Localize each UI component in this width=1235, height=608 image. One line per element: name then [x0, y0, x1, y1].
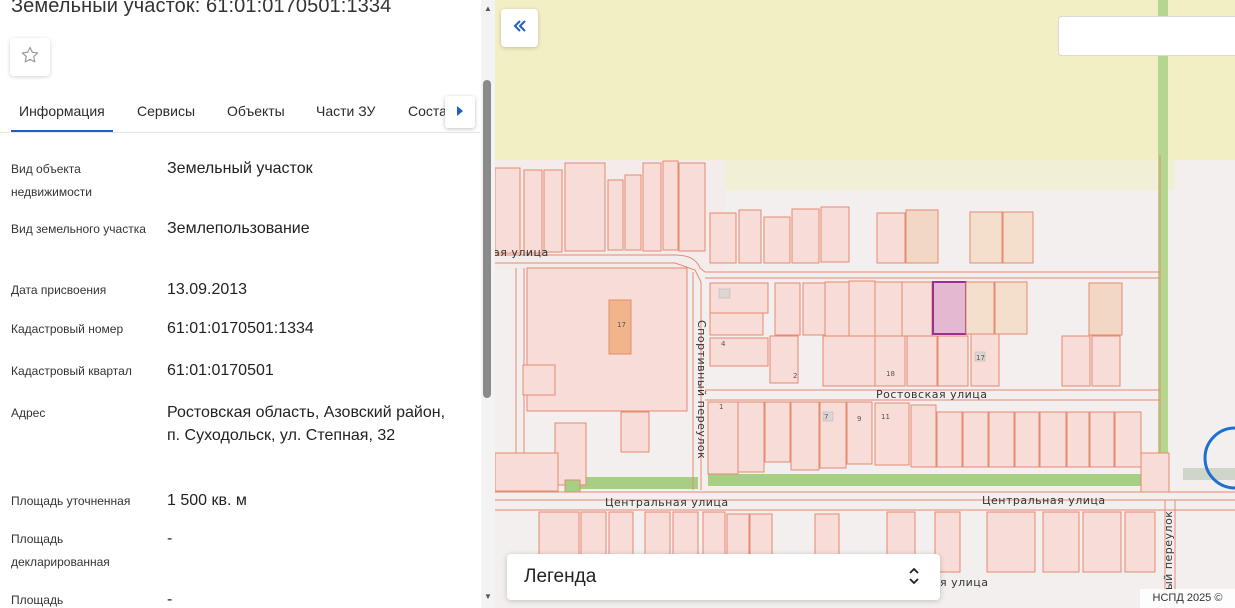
favorite-button[interactable]	[10, 38, 50, 76]
lot-number: 11	[881, 413, 890, 421]
lot-number: 2	[793, 372, 797, 380]
legend-label: Легенда	[524, 566, 597, 587]
lot-number: 1	[719, 403, 723, 411]
cadastral-quarter-label: Кадастровый квартал	[11, 364, 132, 378]
lot-number: 7	[824, 413, 828, 421]
area-declared-label: Площадь декларированная	[11, 532, 110, 569]
legend-toggle[interactable]: Легенда	[507, 554, 940, 600]
tab-services[interactable]: Сервисы	[137, 92, 195, 130]
double-chevron-left-icon	[513, 19, 527, 38]
selected-parcel	[932, 281, 967, 335]
field-area-lower	[725, 160, 1175, 190]
land-type-value: Землепользование	[167, 220, 310, 237]
object-type-value: Земельный участок	[167, 160, 313, 177]
lot-number: 17	[617, 321, 626, 329]
panel-scrollbar-thumb[interactable]	[483, 80, 491, 398]
star-outline-icon	[20, 45, 40, 70]
cadastral-map[interactable]: ая улица Спортивный переулок Ростовская …	[495, 0, 1235, 608]
lot-number: 18	[886, 370, 895, 378]
street-label-right-lane: ый переулок	[1162, 511, 1175, 590]
area-refined-label: Площадь уточненная	[11, 494, 131, 508]
street-label-top-left: ая улица	[495, 246, 549, 259]
green-strip-left	[568, 477, 698, 489]
green-strip-center	[708, 474, 1148, 486]
street-label-bottom: я улица	[940, 576, 989, 589]
cadastral-quarter-value: 61:01:0170501	[167, 362, 274, 379]
cadastral-number-label: Кадастровый номер	[11, 322, 124, 336]
tab-information[interactable]: Информация	[11, 92, 113, 132]
map-copyright: НСПД 2025 ©	[1140, 589, 1235, 608]
info-panel: Земельный участок: 61:01:0170501:1334 Ин…	[0, 0, 495, 608]
map-canvas[interactable]: ая улица Спортивный переулок Ростовская …	[495, 0, 1235, 608]
map-search-input[interactable]	[1058, 16, 1235, 56]
area-declared-value: -	[167, 530, 173, 547]
lot-number: 17	[976, 354, 985, 362]
assignment-date-label: Дата присвоения	[11, 283, 107, 297]
scroll-up-arrow-icon[interactable]: ▲	[484, 4, 492, 13]
street-label-rostov: Ростовская улица	[876, 388, 988, 401]
street-label-central-left: Центральная улица	[605, 496, 729, 509]
area-value: -	[167, 591, 173, 608]
caret-right-icon	[456, 103, 464, 121]
page-title: Земельный участок: 61:01:0170501:1334	[11, 0, 392, 17]
address-value: Ростовская область, Азовский район, п. С…	[167, 404, 446, 444]
lot-number: 9	[857, 415, 861, 423]
address-label: Адрес	[11, 406, 46, 420]
object-type-label: Вид объекта недвижимости	[11, 162, 92, 199]
cadastral-number-value: 61:01:0170501:1334	[167, 320, 314, 337]
street-label-central-right: Центральная улица	[982, 494, 1106, 507]
collapse-panel-button[interactable]	[501, 9, 538, 47]
lot-number: 4	[721, 340, 726, 348]
tab-objects[interactable]: Объекты	[227, 92, 285, 130]
tab-parcel-parts[interactable]: Части ЗУ	[316, 92, 375, 130]
assignment-date-value: 13.09.2013	[167, 281, 248, 298]
street-label-sport-lane: Спортивный переулок	[695, 320, 708, 459]
scroll-down-arrow-icon[interactable]: ▼	[484, 592, 492, 601]
tab-bar: Информация Сервисы Объекты Части ЗУ Сост…	[0, 92, 480, 133]
tabs-scroll-right-button[interactable]	[445, 96, 475, 128]
land-type-label: Вид земельного участка	[11, 222, 146, 236]
chevron-up-down-icon	[908, 565, 920, 592]
area-refined-value: 1 500 кв. м	[167, 492, 247, 509]
area-label: Площадь	[11, 593, 64, 607]
